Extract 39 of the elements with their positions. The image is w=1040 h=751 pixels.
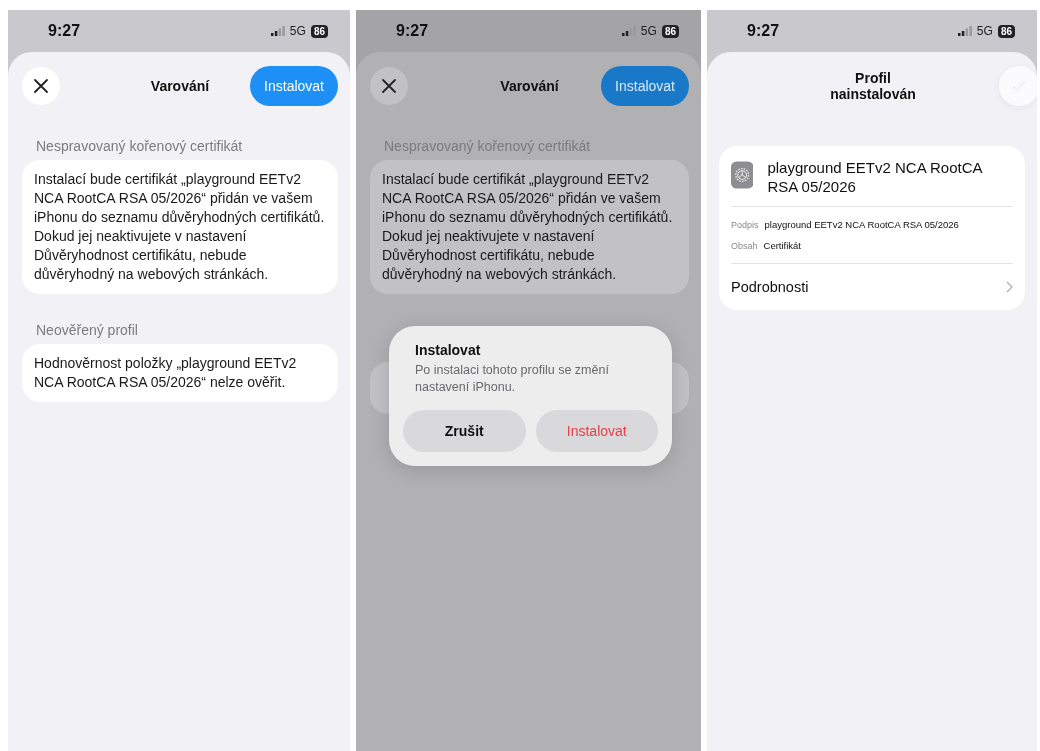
- field-label: Obsah: [731, 241, 758, 251]
- alert-message: Po instalaci tohoto profilu se změní nastavení iPhonu.: [414, 362, 610, 396]
- info-text: Instalací bude certifikát „playground EETv2 NCA RootCA RSA 05/2026“ přidán ve vašem iPhonu do seznamu důvěryhodných certifikátů. Dokud jej neaktivujete v nastavení Důvěryhodnost certifikátu, nebude důvěryhodný na webových stránkách.: [382, 170, 674, 284]
- section-header: Neověřený profil: [35, 322, 139, 340]
- network-label: 5G: [640, 24, 657, 38]
- close-button[interactable]: [370, 67, 408, 105]
- details-row[interactable]: Podrobnosti: [731, 264, 1013, 310]
- details-label: Podrobnosti: [731, 279, 809, 295]
- status-time: 9:27: [48, 22, 81, 40]
- install-button[interactable]: Instalovat: [250, 66, 338, 106]
- close-button[interactable]: [22, 67, 60, 105]
- nav-title: Varování: [150, 78, 210, 94]
- info-text: Hodnověrnost položky „playground EETv2 NCA RootCA RSA 05/2026“ nelze ověřit.: [34, 354, 298, 392]
- alert-title: Instalovat: [414, 342, 482, 360]
- close-icon: [33, 78, 49, 94]
- gear-icon: [731, 158, 754, 192]
- install-button[interactable]: Instalovat: [601, 66, 689, 106]
- confirm-button[interactable]: Instalovat: [535, 410, 658, 452]
- field-value: Certifikát: [763, 240, 801, 251]
- close-icon: [381, 78, 397, 94]
- field-value: playground EETv2 NCA RootCA RSA 05/2026: [764, 219, 959, 230]
- profile-name: playground EETv2 NCA RootCA RSA 05/2026: [767, 158, 984, 196]
- network-label: 5G: [976, 24, 993, 38]
- info-text: Instalací bude certifikát „playground EETv2 NCA RootCA RSA 05/2026“ přidán ve vašem iPhonu do seznamu důvěryhodných certifikátů. Dokud jej neaktivujete v nastavení Důvěryhodnost certifikátu, nebude důvěryhodný na webových stránkách.: [34, 170, 326, 284]
- status-time: 9:27: [747, 22, 780, 40]
- battery-level: 86: [310, 24, 328, 38]
- signal-icon: [621, 26, 636, 36]
- field-label: Podpis: [731, 220, 759, 230]
- signal-icon: [957, 26, 972, 36]
- cancel-button[interactable]: Zrušit: [403, 410, 526, 452]
- chevron-icon: [1006, 281, 1013, 293]
- battery-level: 86: [661, 24, 679, 38]
- status-time: 9:27: [396, 22, 429, 40]
- nav-title: Profil nainstalován: [829, 70, 917, 102]
- signal-icon: [270, 26, 285, 36]
- network-label: 5G: [289, 24, 306, 38]
- nav-title: Varování: [500, 78, 559, 94]
- battery-level: 86: [997, 24, 1015, 38]
- section-header: Nespravovaný kořenový certifikát: [35, 138, 244, 156]
